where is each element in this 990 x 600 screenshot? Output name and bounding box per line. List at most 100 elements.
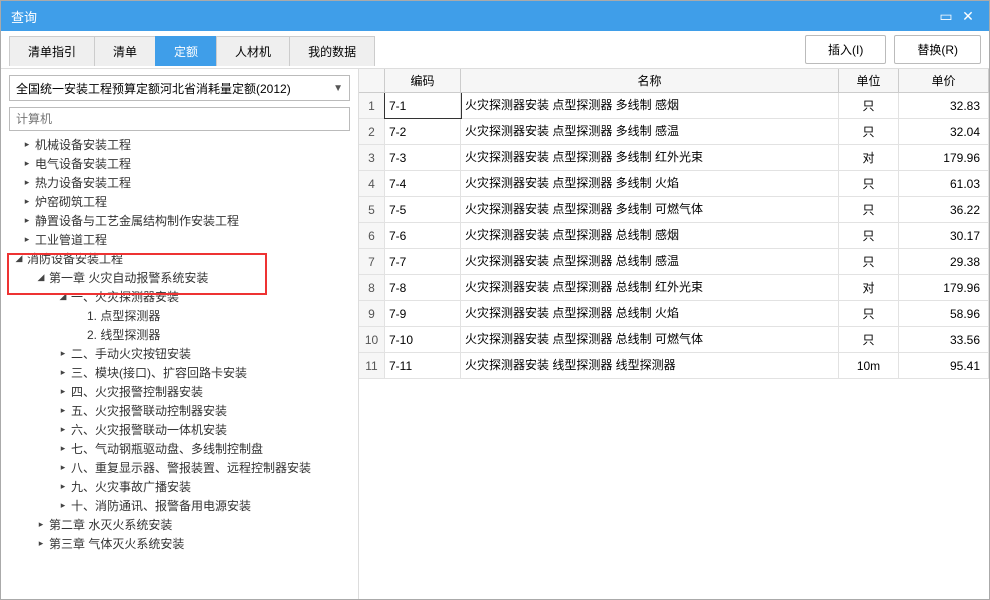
table-row[interactable]: 107-10火灾探测器安装 点型探测器 总线制 可燃气体只33.56 xyxy=(359,327,989,353)
cell-unit[interactable]: 只 xyxy=(839,197,899,222)
close-icon[interactable]: ✕ xyxy=(957,8,979,25)
tree-item-chapter-3[interactable]: ▸ 第三章 气体灭火系统安装 xyxy=(5,534,358,553)
table-row[interactable]: 117-11火灾探测器安装 线型探测器 线型探测器10m95.41 xyxy=(359,353,989,379)
table-row[interactable]: 37-3火灾探测器安装 点型探测器 多线制 红外光束对179.96 xyxy=(359,145,989,171)
tree-item-point-detector[interactable]: 1. 点型探测器 xyxy=(5,306,358,325)
tab-list-guide[interactable]: 清单指引 xyxy=(9,36,95,66)
tree-item[interactable]: ▸静置设备与工艺金属结构制作安装工程 xyxy=(5,211,358,230)
cell-name[interactable]: 火灾探测器安装 点型探测器 多线制 火焰 xyxy=(461,171,839,196)
filter-input[interactable] xyxy=(9,107,350,131)
table-row[interactable]: 87-8火灾探测器安装 点型探测器 总线制 红外光束对179.96 xyxy=(359,275,989,301)
tree-item-section[interactable]: ▸四、火灾报警控制器安装 xyxy=(5,382,358,401)
cell-code[interactable]: 7-11 xyxy=(385,353,461,378)
cell-code[interactable]: 7-2 xyxy=(385,119,461,144)
cell-price[interactable]: 32.83 xyxy=(899,93,989,118)
header-name[interactable]: 名称 xyxy=(461,69,839,92)
tree-item-section-1[interactable]: ◢ 一、火灾探测器安装 xyxy=(5,287,358,306)
cell-code[interactable]: 7-8 xyxy=(385,275,461,300)
table-row[interactable]: 17-1火灾探测器安装 点型探测器 多线制 感烟只32.83 xyxy=(359,93,989,119)
tree-item-section[interactable]: ▸九、火灾事故广播安装 xyxy=(5,477,358,496)
header-price[interactable]: 单价 xyxy=(899,69,989,92)
tab-my-data[interactable]: 我的数据 xyxy=(289,36,375,66)
tree-item-section[interactable]: ▸十、消防通讯、报警备用电源安装 xyxy=(5,496,358,515)
tree-item-fire-root[interactable]: ◢ 消防设备安装工程 xyxy=(5,249,358,268)
caret-right-icon: ▸ xyxy=(57,462,69,473)
cell-code[interactable]: 7-4 xyxy=(385,171,461,196)
table-row[interactable]: 57-5火灾探测器安装 点型探测器 多线制 可燃气体只36.22 xyxy=(359,197,989,223)
cell-unit[interactable]: 只 xyxy=(839,327,899,352)
cell-price[interactable]: 30.17 xyxy=(899,223,989,248)
tree-item[interactable]: ▸热力设备安装工程 xyxy=(5,173,358,192)
cell-price[interactable]: 95.41 xyxy=(899,353,989,378)
table-row[interactable]: 67-6火灾探测器安装 点型探测器 总线制 感烟只30.17 xyxy=(359,223,989,249)
tree-item-section[interactable]: ▸八、重复显示器、警报装置、远程控制器安装 xyxy=(5,458,358,477)
cell-name[interactable]: 火灾探测器安装 点型探测器 总线制 感烟 xyxy=(461,223,839,248)
cell-unit[interactable]: 10m xyxy=(839,353,899,378)
cell-code[interactable]: 7-6 xyxy=(385,223,461,248)
cell-price[interactable]: 36.22 xyxy=(899,197,989,222)
tab-list[interactable]: 清单 xyxy=(94,36,156,66)
tab-materials[interactable]: 人材机 xyxy=(216,36,290,66)
cell-code[interactable]: 7-7 xyxy=(385,249,461,274)
table-row[interactable]: 77-7火灾探测器安装 点型探测器 总线制 感温只29.38 xyxy=(359,249,989,275)
quota-source-dropdown[interactable]: 全国统一安装工程预算定额河北省消耗量定额(2012) ▼ xyxy=(9,75,350,101)
insert-button[interactable]: 插入(I) xyxy=(805,35,886,64)
tree-item-section[interactable]: ▸七、气动钢瓶驱动盘、多线制控制盘 xyxy=(5,439,358,458)
cell-name[interactable]: 火灾探测器安装 点型探测器 多线制 红外光束 xyxy=(461,145,839,170)
tree-item-section[interactable]: ▸二、手动火灾按钮安装 xyxy=(5,344,358,363)
cell-price[interactable]: 179.96 xyxy=(899,275,989,300)
caret-right-icon: ▸ xyxy=(57,367,69,378)
header-code[interactable]: 编码 xyxy=(385,69,461,92)
tab-quota[interactable]: 定额 xyxy=(155,36,217,66)
cell-name[interactable]: 火灾探测器安装 点型探测器 总线制 火焰 xyxy=(461,301,839,326)
tree-scroll[interactable]: ▸机械设备安装工程▸电气设备安装工程▸热力设备安装工程▸炉窑砌筑工程▸静置设备与… xyxy=(1,135,358,599)
cell-price[interactable]: 179.96 xyxy=(899,145,989,170)
replace-button[interactable]: 替换(R) xyxy=(894,35,981,64)
cell-name[interactable]: 火灾探测器安装 点型探测器 多线制 可燃气体 xyxy=(461,197,839,222)
cell-price[interactable]: 61.03 xyxy=(899,171,989,196)
tree-item-chapter-2[interactable]: ▸ 第二章 水灭火系统安装 xyxy=(5,515,358,534)
cell-unit[interactable]: 对 xyxy=(839,275,899,300)
toolbar: 清单指引 清单 定额 人材机 我的数据 插入(I) 替换(R) xyxy=(1,31,989,69)
grid-body[interactable]: 17-1火灾探测器安装 点型探测器 多线制 感烟只32.8327-2火灾探测器安… xyxy=(359,93,989,599)
table-row[interactable]: 97-9火灾探测器安装 点型探测器 总线制 火焰只58.96 xyxy=(359,301,989,327)
cell-code[interactable]: 7-1 xyxy=(385,93,461,118)
tree-item-line-detector[interactable]: 2. 线型探测器 xyxy=(5,325,358,344)
caret-down-icon: ◢ xyxy=(13,253,25,264)
tree-item-section[interactable]: ▸五、火灾报警联动控制器安装 xyxy=(5,401,358,420)
cell-price[interactable]: 33.56 xyxy=(899,327,989,352)
cell-unit[interactable]: 只 xyxy=(839,249,899,274)
tree-item-chapter-1[interactable]: ◢ 第一章 火灾自动报警系统安装 xyxy=(5,268,358,287)
cell-price[interactable]: 58.96 xyxy=(899,301,989,326)
cell-name[interactable]: 火灾探测器安装 点型探测器 总线制 感温 xyxy=(461,249,839,274)
cell-price[interactable]: 29.38 xyxy=(899,249,989,274)
table-row[interactable]: 47-4火灾探测器安装 点型探测器 多线制 火焰只61.03 xyxy=(359,171,989,197)
cell-code[interactable]: 7-5 xyxy=(385,197,461,222)
cell-code[interactable]: 7-9 xyxy=(385,301,461,326)
tree-item[interactable]: ▸机械设备安装工程 xyxy=(5,135,358,154)
cell-unit[interactable]: 只 xyxy=(839,119,899,144)
tree-item-section[interactable]: ▸六、火灾报警联动一体机安装 xyxy=(5,420,358,439)
minimize-icon[interactable]: ▭ xyxy=(935,8,957,25)
cell-name[interactable]: 火灾探测器安装 点型探测器 多线制 感温 xyxy=(461,119,839,144)
cell-unit[interactable]: 只 xyxy=(839,223,899,248)
cell-name[interactable]: 火灾探测器安装 点型探测器 总线制 可燃气体 xyxy=(461,327,839,352)
cell-unit[interactable]: 只 xyxy=(839,93,899,118)
cell-name[interactable]: 火灾探测器安装 线型探测器 线型探测器 xyxy=(461,353,839,378)
table-row[interactable]: 27-2火灾探测器安装 点型探测器 多线制 感温只32.04 xyxy=(359,119,989,145)
tree-item[interactable]: ▸工业管道工程 xyxy=(5,230,358,249)
right-panel: 编码 名称 单位 单价 17-1火灾探测器安装 点型探测器 多线制 感烟只32.… xyxy=(359,69,989,599)
cell-name[interactable]: 火灾探测器安装 点型探测器 总线制 红外光束 xyxy=(461,275,839,300)
cell-price[interactable]: 32.04 xyxy=(899,119,989,144)
tree-item[interactable]: ▸炉窑砌筑工程 xyxy=(5,192,358,211)
cell-unit[interactable]: 对 xyxy=(839,145,899,170)
cell-name[interactable]: 火灾探测器安装 点型探测器 多线制 感烟 xyxy=(461,93,839,118)
tree-item-section[interactable]: ▸三、模块(接口)、扩容回路卡安装 xyxy=(5,363,358,382)
row-number: 7 xyxy=(359,249,385,274)
tree-item[interactable]: ▸电气设备安装工程 xyxy=(5,154,358,173)
cell-unit[interactable]: 只 xyxy=(839,301,899,326)
header-unit[interactable]: 单位 xyxy=(839,69,899,92)
cell-unit[interactable]: 只 xyxy=(839,171,899,196)
cell-code[interactable]: 7-3 xyxy=(385,145,461,170)
cell-code[interactable]: 7-10 xyxy=(385,327,461,352)
